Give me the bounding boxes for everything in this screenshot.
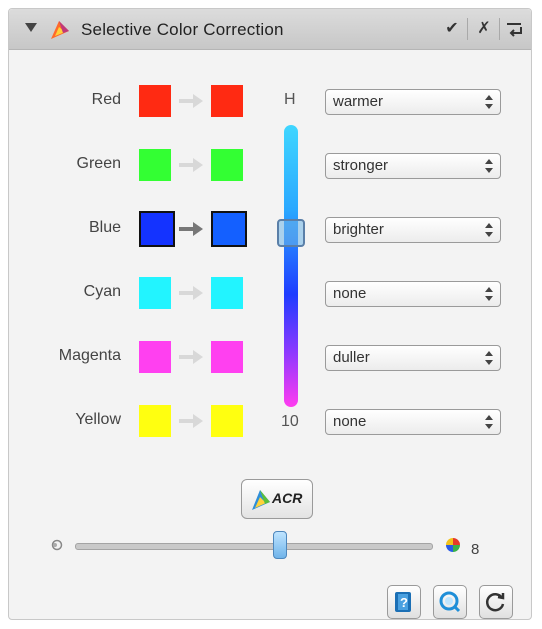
select-value: duller bbox=[333, 349, 370, 366]
acr-button-label: ACR bbox=[272, 490, 303, 506]
select-value: warmer bbox=[333, 93, 384, 110]
select-stepper-icon bbox=[485, 287, 493, 301]
strength-value: 8 bbox=[471, 541, 480, 558]
source-swatch-magenta[interactable] bbox=[139, 341, 171, 373]
help-icon: ? bbox=[395, 592, 411, 612]
hue-slider-top-label: H bbox=[284, 91, 296, 108]
panel-menu-icon[interactable] bbox=[505, 20, 523, 38]
hue-slider-thumb[interactable] bbox=[277, 219, 305, 247]
select-stepper-icon bbox=[485, 159, 493, 173]
row-label-magenta: Magenta bbox=[58, 347, 121, 364]
source-swatch-red[interactable] bbox=[139, 85, 171, 117]
titlebar-divider bbox=[467, 18, 468, 40]
target-swatch-red[interactable] bbox=[211, 85, 243, 117]
select-stepper-icon bbox=[485, 95, 493, 109]
strength-slider-track[interactable] bbox=[75, 543, 433, 550]
arrow-right-icon bbox=[179, 94, 203, 108]
source-swatch-yellow[interactable] bbox=[139, 405, 171, 437]
target-swatch-blue[interactable] bbox=[211, 211, 247, 247]
reset-button[interactable] bbox=[479, 585, 513, 619]
source-swatch-blue[interactable] bbox=[139, 211, 175, 247]
slider-min-icon bbox=[51, 539, 63, 551]
select-value: none bbox=[333, 413, 367, 430]
select-value: brighter bbox=[333, 221, 384, 238]
adjustment-select-magenta[interactable]: duller bbox=[325, 345, 501, 371]
row-label-blue: Blue bbox=[88, 219, 121, 236]
arrow-right-icon bbox=[179, 350, 203, 364]
hue-slider-bottom-label: 10 bbox=[281, 413, 299, 430]
source-swatch-green[interactable] bbox=[139, 149, 171, 181]
selective-color-panel: Selective Color Correction ✔ ✗ Red warme… bbox=[8, 8, 532, 620]
adjustment-select-yellow[interactable]: none bbox=[325, 409, 501, 435]
select-stepper-icon bbox=[485, 223, 493, 237]
panel-title: Selective Color Correction bbox=[81, 20, 284, 39]
select-stepper-icon bbox=[485, 351, 493, 365]
disclosure-triangle-icon[interactable] bbox=[25, 23, 37, 32]
target-swatch-cyan[interactable] bbox=[211, 277, 243, 309]
help-button[interactable]: ? bbox=[387, 585, 421, 619]
arrow-right-icon bbox=[179, 222, 203, 236]
adjustment-select-blue[interactable]: brighter bbox=[325, 217, 501, 243]
target-swatch-magenta[interactable] bbox=[211, 341, 243, 373]
row-label-yellow: Yellow bbox=[75, 411, 121, 428]
row-label-cyan: Cyan bbox=[83, 283, 121, 300]
adjustment-select-green[interactable]: stronger bbox=[325, 153, 501, 179]
source-swatch-cyan[interactable] bbox=[139, 277, 171, 309]
svg-text:?: ? bbox=[400, 595, 408, 610]
target-swatch-green[interactable] bbox=[211, 149, 243, 181]
zoom-button[interactable] bbox=[433, 585, 467, 619]
zoom-icon bbox=[439, 591, 461, 613]
arrow-right-icon bbox=[179, 414, 203, 428]
arrow-right-icon bbox=[179, 158, 203, 172]
apply-check-icon[interactable]: ✔ bbox=[443, 20, 461, 38]
app-logo-icon bbox=[51, 21, 69, 39]
adjustment-select-cyan[interactable]: none bbox=[325, 281, 501, 307]
select-stepper-icon bbox=[485, 415, 493, 429]
acr-logo-icon bbox=[252, 490, 270, 510]
acr-button[interactable]: ACR bbox=[241, 479, 313, 519]
color-wheel-icon bbox=[446, 538, 460, 552]
hue-slider-track[interactable] bbox=[284, 125, 298, 407]
row-label-red: Red bbox=[91, 91, 121, 108]
arrow-right-icon bbox=[179, 286, 203, 300]
title-bar: Selective Color Correction ✔ ✗ bbox=[9, 9, 531, 50]
adjustment-select-red[interactable]: warmer bbox=[325, 89, 501, 115]
strength-slider-thumb[interactable] bbox=[273, 531, 287, 559]
close-x-icon[interactable]: ✗ bbox=[475, 20, 493, 38]
select-value: stronger bbox=[333, 157, 389, 174]
row-label-green: Green bbox=[76, 155, 121, 172]
reset-icon bbox=[485, 593, 505, 612]
titlebar-divider bbox=[499, 18, 500, 40]
target-swatch-yellow[interactable] bbox=[211, 405, 243, 437]
select-value: none bbox=[333, 285, 367, 302]
